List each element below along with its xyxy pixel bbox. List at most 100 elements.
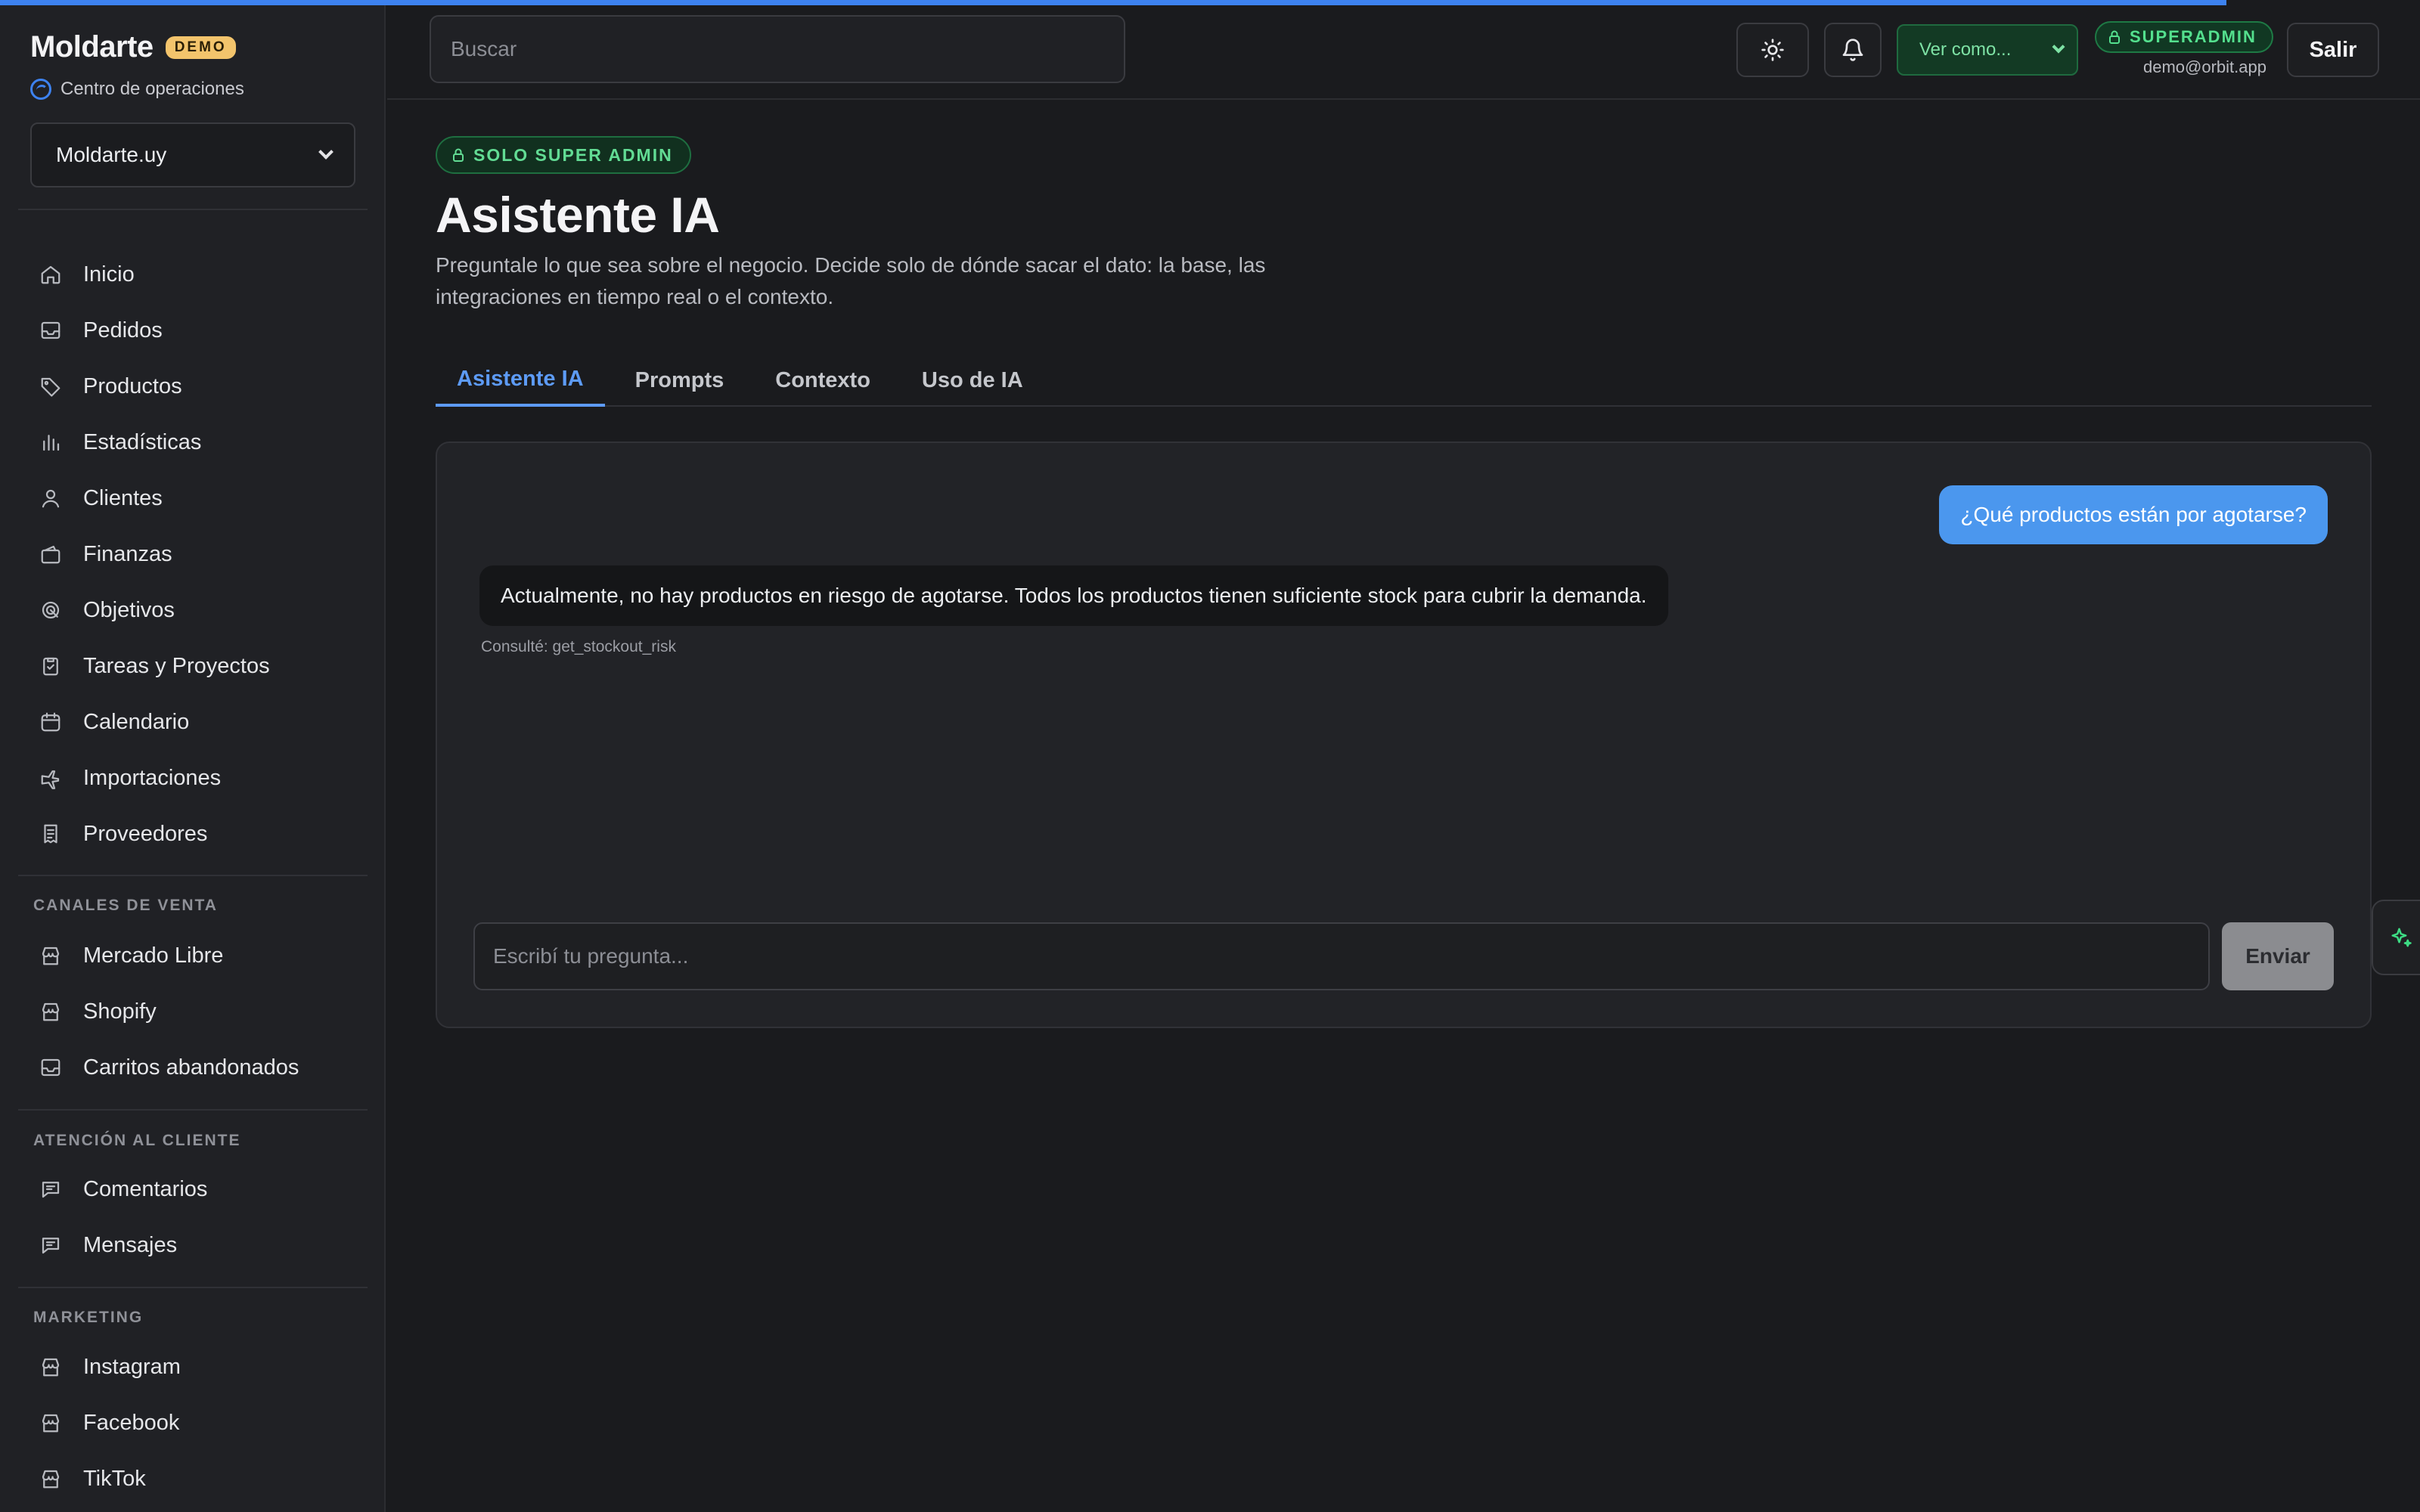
sidebar-item-mensajes[interactable]: Mensajes (18, 1217, 368, 1273)
theme-toggle-button[interactable] (1736, 23, 1809, 77)
page-load-progress-fill (0, 0, 2226, 5)
search-input[interactable] (430, 15, 1125, 83)
sparkle-icon (2391, 928, 2412, 947)
home-icon (41, 265, 60, 284)
sidebar-item-label: Pedidos (83, 318, 163, 342)
sidebar-item-label: Clientes (83, 485, 163, 510)
sidebar-item-label: Proveedores (83, 821, 208, 846)
sidebar-item-comentarios[interactable]: Comentarios (18, 1161, 368, 1217)
sidebar-item-label: Calendario (83, 709, 190, 734)
inbox-icon (41, 321, 60, 339)
page-title: Asistente IA (436, 187, 720, 243)
sidebar-item-proveedores[interactable]: Proveedores (18, 806, 368, 862)
sidebar-item-label: Facebook (83, 1410, 180, 1435)
section-title-sales: CANALES DE VENTA (33, 897, 218, 914)
sidebar-nav-support: Comentarios Mensajes (18, 1161, 368, 1273)
app-root: Moldarte DEMO Centro de operaciones Mold… (0, 0, 2420, 1512)
sidebar-item-instagram[interactable]: Instagram (18, 1339, 368, 1395)
store-select-value: Moldarte.uy (56, 143, 167, 166)
user-email: demo@orbit.app (2143, 57, 2266, 76)
tab-asistente-ia[interactable]: Asistente IA (436, 354, 605, 407)
orbit-icon (30, 79, 51, 100)
sidebar-divider (18, 875, 368, 876)
chat-icon (42, 1182, 60, 1198)
sidebar-item-label: Mercado Libre (83, 943, 224, 968)
sidebar-item-label: Importaciones (83, 765, 222, 790)
user-icon (42, 489, 60, 508)
sidebar-nav-main: Inicio Pedidos Productos Estadísticas Client… (18, 246, 368, 862)
sidebar-item-calendario[interactable]: Calendario (18, 694, 368, 750)
main-content: SOLO SUPER ADMIN Asistente IA Preguntale… (387, 101, 2420, 1512)
lock-icon (453, 148, 464, 162)
sidebar-divider (18, 209, 368, 210)
tab-prompts[interactable]: Prompts (614, 354, 746, 407)
send-button[interactable]: Enviar (2222, 922, 2334, 990)
assistant-message: Actualmente, no hay productos en riesgo … (479, 565, 1668, 626)
tab-contexto[interactable]: Contexto (754, 354, 892, 407)
ops-center-label: Centro de operaciones (60, 79, 244, 99)
logout-button[interactable]: Salir (2287, 23, 2379, 77)
sidebar-item-objetivos[interactable]: Objetivos (18, 582, 368, 638)
notifications-button[interactable] (1824, 23, 1882, 77)
role-badge-label: SUPERADMIN (2130, 27, 2257, 46)
receipt-icon (44, 824, 57, 844)
sidebar-item-clientes[interactable]: Clientes (18, 470, 368, 526)
sidebar-item-importaciones[interactable]: Importaciones (18, 750, 368, 806)
demo-badge: DEMO (165, 36, 236, 59)
ai-assistant-launcher[interactable] (2372, 900, 2420, 975)
sidebar-item-pedidos[interactable]: Pedidos (18, 302, 368, 358)
sidebar-item-facebook[interactable]: Facebook (18, 1395, 368, 1451)
wallet-icon (41, 545, 60, 564)
sidebar-item-finanzas[interactable]: Finanzas (18, 526, 368, 582)
brand-name: Moldarte (30, 30, 154, 64)
chat-panel: ¿Qué productos están por agotarse? Actua… (436, 442, 2372, 1028)
tabs: Asistente IA Prompts Contexto Uso de IA (436, 354, 2372, 407)
view-as-value: Ver como... (1919, 39, 2012, 60)
tool-call-note: Consulté: get_stockout_risk (481, 638, 676, 655)
clipboard-icon (43, 657, 58, 676)
inbox-icon (41, 1058, 60, 1077)
sidebar-divider (18, 1287, 368, 1288)
sidebar-nav-marketing: Instagram Facebook TikTok (18, 1339, 368, 1507)
sidebar-item-label: Finanzas (83, 541, 172, 566)
access-badge-label: SOLO SUPER ADMIN (473, 144, 673, 165)
lock-icon (2109, 30, 2120, 44)
sidebar-item-inicio[interactable]: Inicio (18, 246, 368, 302)
sidebar-item-shopify[interactable]: Shopify (18, 984, 368, 1040)
sidebar-item-label: Mensajes (83, 1232, 178, 1257)
target-icon (42, 601, 60, 619)
section-title-marketing: MARKETING (33, 1309, 144, 1326)
chat-input[interactable] (473, 922, 2210, 990)
tab-uso-de-ia[interactable]: Uso de IA (901, 354, 1044, 407)
store-icon (42, 1414, 60, 1433)
sidebar-item-label: Carritos abandonados (83, 1055, 299, 1080)
sidebar-item-label: Objetivos (83, 597, 175, 622)
store-icon (42, 1470, 60, 1489)
store-icon (42, 947, 60, 965)
page-description: Preguntale lo que sea sobre el negocio. … (436, 253, 1266, 308)
sidebar-item-productos[interactable]: Productos (18, 358, 368, 414)
bell-icon (1842, 39, 1863, 61)
store-icon (42, 1002, 60, 1021)
sidebar-item-label: TikTok (83, 1466, 146, 1491)
sidebar-item-estadísticas[interactable]: Estadísticas (18, 414, 368, 470)
sidebar-item-label: Inicio (83, 262, 135, 287)
tag-icon (41, 377, 60, 397)
view-as-select[interactable]: Ver como... (1897, 24, 2078, 76)
ops-center: Centro de operaciones (30, 79, 244, 100)
sidebar-nav-sales: Mercado Libre Shopify Carritos abandonados (18, 928, 368, 1095)
user-message: ¿Qué productos están por agotarse? (1939, 485, 2328, 544)
sidebar-item-label: Shopify (83, 999, 157, 1024)
sidebar-item-tiktok[interactable]: TikTok (18, 1451, 368, 1507)
sidebar-item-mercado-libre[interactable]: Mercado Libre (18, 928, 368, 984)
role-badge: SUPERADMIN (2095, 21, 2273, 53)
brand[interactable]: Moldarte DEMO (30, 30, 236, 64)
store-select[interactable]: Moldarte.uy (30, 122, 355, 187)
sidebar-item-tareas-y-proyectos[interactable]: Tareas y Proyectos (18, 638, 368, 694)
chat-icon (42, 1238, 60, 1254)
sidebar-item-label: Tareas y Proyectos (83, 653, 270, 678)
sidebar-item-carritos-abandonados[interactable]: Carritos abandonados (18, 1040, 368, 1095)
bar-chart-icon (43, 435, 60, 451)
sidebar-item-label: Productos (83, 373, 182, 398)
sidebar-item-label: Estadísticas (83, 429, 202, 454)
